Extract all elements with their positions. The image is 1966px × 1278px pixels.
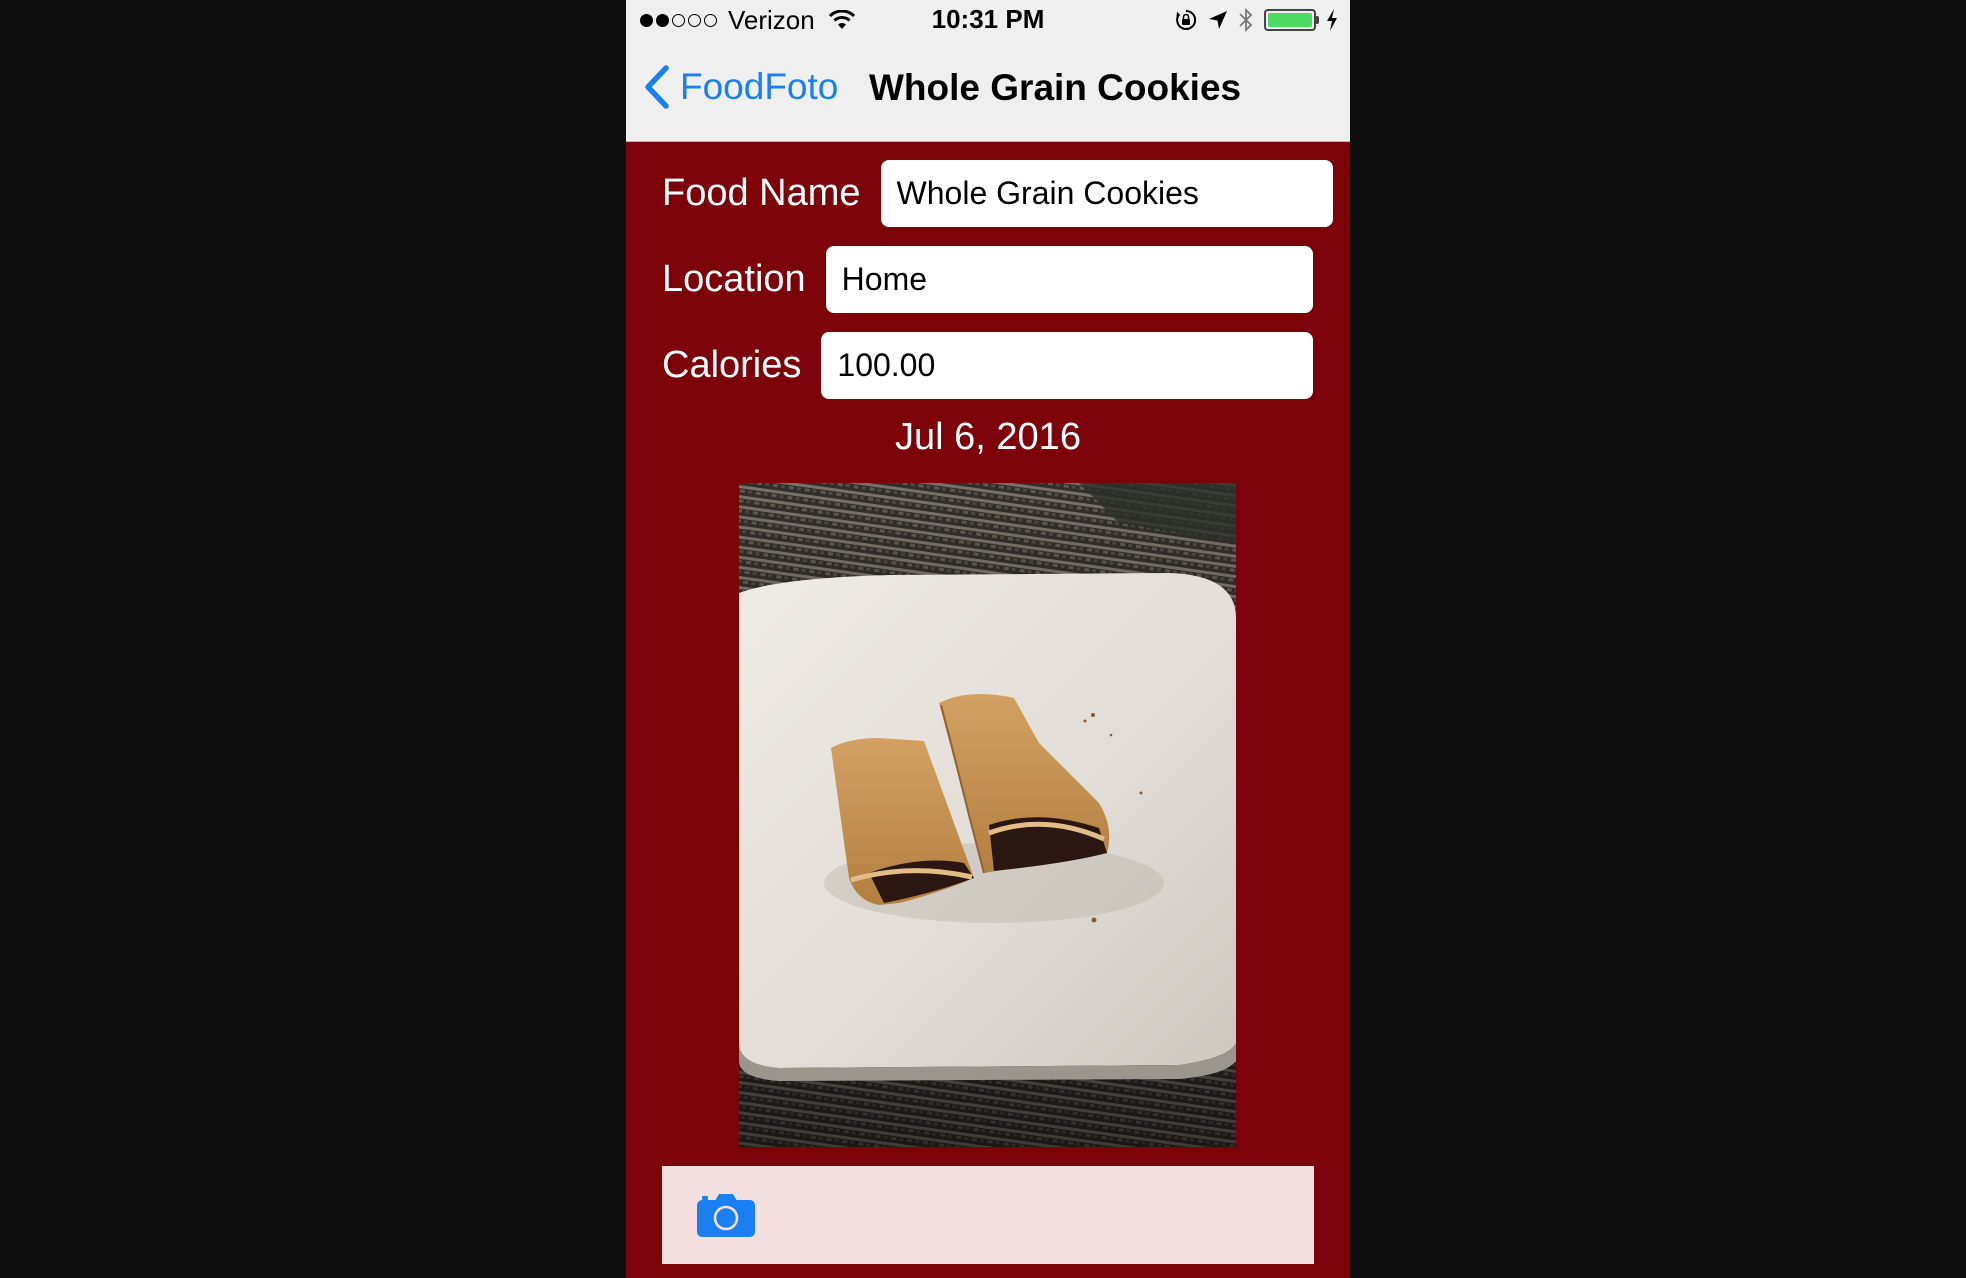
- charging-bolt-icon: [1327, 9, 1337, 31]
- back-button[interactable]: FoodFoto: [642, 64, 838, 110]
- back-chevron-icon: [645, 65, 669, 109]
- location-label: Location: [662, 258, 806, 300]
- food-name-row: Food Name: [662, 160, 1333, 227]
- status-bar: Verizon 10:31 PM: [626, 0, 1350, 40]
- calories-row: Calories: [662, 332, 1313, 399]
- location-row: Location: [662, 246, 1313, 313]
- bluetooth-icon: [1239, 7, 1253, 33]
- food-name-label: Food Name: [662, 172, 861, 214]
- location-field[interactable]: [825, 246, 1313, 313]
- page-title: Whole Grain Cookies: [869, 67, 1242, 108]
- app-screen: Verizon 10:31 PM FoodFoto Whole Grain Co…: [626, 0, 1350, 1278]
- bottom-toolbar: [662, 1166, 1314, 1264]
- back-button-label: FoodFoto: [680, 66, 839, 107]
- camera-icon[interactable]: [696, 1192, 756, 1238]
- food-photo: [739, 483, 1236, 1147]
- entry-date: Jul 6, 2016: [895, 416, 1081, 458]
- calories-field[interactable]: [821, 332, 1313, 399]
- food-name-field[interactable]: [880, 160, 1333, 227]
- calories-label: Calories: [662, 344, 802, 386]
- navigation-bar: FoodFoto Whole Grain Cookies: [626, 40, 1350, 142]
- location-arrow-icon: [1209, 11, 1227, 29]
- battery-icon: [1264, 9, 1319, 31]
- orientation-lock-icon: [1176, 9, 1197, 30]
